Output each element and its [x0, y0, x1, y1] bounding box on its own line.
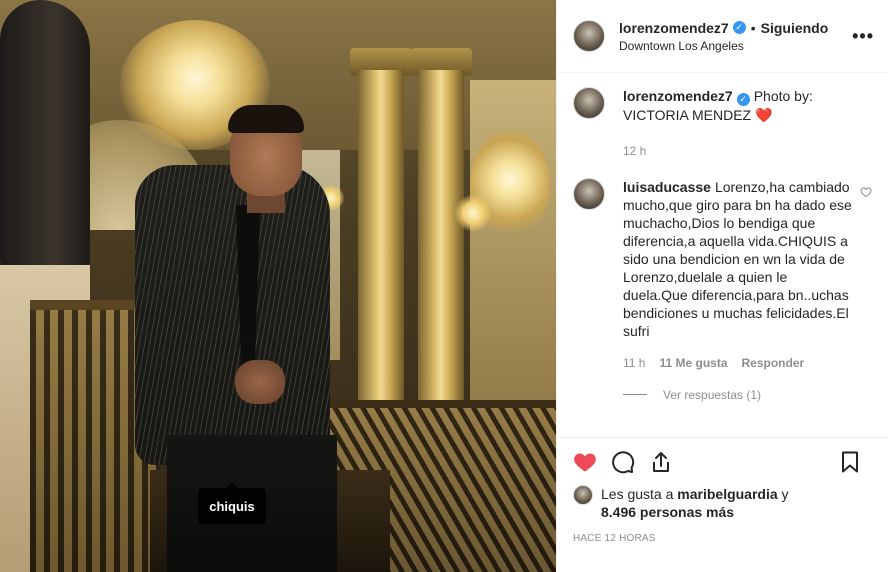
comment-time[interactable]: 11 h — [623, 354, 645, 372]
photo-statue — [0, 0, 90, 270]
liker-username[interactable]: maribelguardia — [677, 486, 777, 502]
view-replies-button[interactable]: Ver respuestas (1) — [623, 388, 872, 402]
commenter-avatar[interactable] — [573, 177, 605, 210]
likes-prefix: Les gusta a — [601, 486, 674, 502]
likes-text: Les gusta a maribelguardia y 8.496 perso… — [601, 485, 789, 521]
caption-meta: 12 h — [623, 142, 853, 160]
person-hands — [235, 360, 285, 404]
likes-conj: y — [781, 486, 789, 502]
caption: lorenzomendez7 ✓ Photo by: VICTORIA MENDEZ… — [573, 87, 872, 160]
instagram-post: chiquis lorenzomendez7 ✓ • Siguiendo Dow… — [0, 0, 888, 572]
author-avatar[interactable] — [573, 20, 605, 52]
header-line: lorenzomendez7 ✓ • Siguiendo — [619, 20, 828, 36]
caption-avatar[interactable] — [573, 87, 605, 119]
bottom-spacer — [557, 544, 888, 572]
user-tag[interactable]: chiquis — [198, 482, 266, 524]
view-replies-label: Ver respuestas (1) — [663, 387, 762, 402]
comment-like-heart-icon[interactable] — [860, 186, 872, 201]
replies-line — [623, 394, 647, 395]
verified-badge-icon: ✓ — [736, 92, 750, 106]
comment-bubble-icon[interactable] — [611, 450, 635, 474]
action-bar — [557, 437, 888, 485]
location-link[interactable]: Downtown Los Angeles — [619, 39, 828, 53]
share-icon[interactable] — [649, 450, 673, 474]
post-photo[interactable]: chiquis — [0, 0, 556, 572]
reply-button[interactable]: Responder — [742, 354, 805, 372]
caption-body: lorenzomendez7 ✓ Photo by: VICTORIA MENDEZ… — [623, 87, 853, 160]
post-timestamp[interactable]: HACE 12 HORAS — [557, 521, 888, 544]
post-side-panel: lorenzomendez7 ✓ • Siguiendo Downtown Lo… — [556, 0, 888, 572]
heart-filled-icon[interactable] — [573, 450, 597, 474]
likes-count[interactable]: 8.496 personas más — [601, 504, 734, 520]
comment-body: luisaducasse Lorenzo,ha cambiado mucho,qu… — [623, 178, 853, 372]
likes-summary: Les gusta a maribelguardia y 8.496 perso… — [557, 485, 888, 521]
post-header: lorenzomendez7 ✓ • Siguiendo Downtown Lo… — [557, 0, 888, 73]
author-username[interactable]: lorenzomendez7 — [619, 20, 729, 36]
comment-text: Lorenzo,ha cambiado mucho,que giro para … — [623, 178, 852, 339]
person-jacket — [135, 165, 330, 465]
bookmark-icon[interactable] — [838, 450, 862, 474]
caption-username[interactable]: lorenzomendez7 — [623, 88, 733, 104]
header-text: lorenzomendez7 ✓ • Siguiendo Downtown Lo… — [619, 20, 828, 53]
liker-avatar[interactable] — [573, 485, 593, 505]
photo-lamp — [455, 195, 491, 231]
comments-section[interactable]: lorenzomendez7 ✓ Photo by: VICTORIA MENDEZ… — [557, 73, 888, 437]
caption-time[interactable]: 12 h — [623, 142, 646, 160]
comment-likes[interactable]: 11 Me gusta — [659, 354, 727, 372]
follow-status-button[interactable]: Siguiendo — [761, 20, 829, 36]
separator-dot: • — [750, 19, 756, 36]
person-hair — [228, 105, 304, 133]
comment-item: luisaducasse Lorenzo,ha cambiado mucho,qu… — [573, 177, 872, 372]
commenter-username[interactable]: luisaducasse — [623, 179, 711, 195]
comment-meta: 11 h 11 Me gusta Responder — [623, 354, 853, 372]
verified-badge-icon: ✓ — [732, 21, 746, 34]
more-options-icon[interactable]: ••• — [852, 26, 874, 47]
heart-emoji: ❤️ — [754, 106, 773, 123]
